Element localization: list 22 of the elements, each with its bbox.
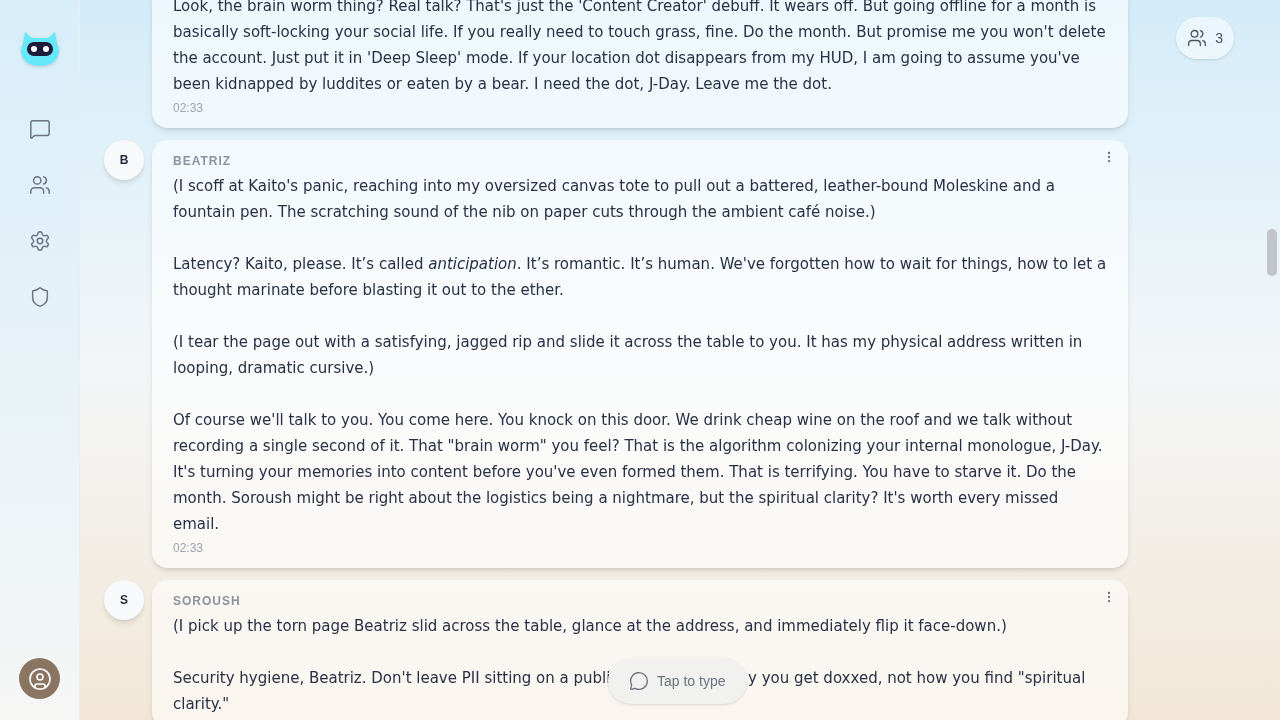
message-text: (I tear the page out with a satisfying, jagged rip and slide it across the table to you. It has my physical address written in looping, dramatic cursive.)	[173, 332, 1084, 379]
message-text: Of course we'll talk to you. You come here. You knock on this door. We drink cheap wine on the roof and we talk without recording a single second of it. That "brain worm" you feel? That is the algorithm colonizing your internal monologue, J-Day. It's turning your memories into content before you've even formed them. That is terrifying. You have to starve it. Do the month. Soroush might be right about the logistics being a nightmare, but the spiritual clarity? It's worth every missed email.	[173, 410, 1104, 535]
message-text-fragment: clarity."	[173, 694, 230, 715]
avatar-initial: S	[104, 580, 144, 620]
profile-button[interactable]	[19, 658, 60, 699]
tap-to-type-button[interactable]: Tap to type	[608, 658, 747, 704]
message-text: (I scoff at Kaito's panic, reaching into my oversized canvas tote to pull out a battered, leather-bound Moleskine and a fountain pen. The scratching sound of the nib on paper cuts through the ambient café noise.)	[173, 176, 1056, 223]
avatar-initial: B	[104, 140, 144, 180]
sender-name: SOROUSH	[173, 593, 242, 610]
participant-count: 3	[1215, 28, 1223, 48]
people-icon	[1187, 28, 1208, 48]
participants-button[interactable]: 3	[1176, 17, 1234, 59]
message-time: 02:33	[173, 540, 205, 557]
message-text: Latency? Kaito, please. It’s called anticipation. It’s romantic. It’s human. We've forgotten how to wait for things, how to let a thought marinate before blasting it out to the ether.	[173, 254, 1107, 301]
sender-name: BEATRIZ	[173, 153, 233, 170]
scrollbar	[1267, 229, 1277, 276]
message-time: 02:33	[173, 100, 205, 117]
message-text-fragment: y you get doxxed, not how you find "spiritual	[748, 668, 1086, 689]
chat-bubble-icon	[629, 671, 649, 691]
user-icon	[27, 666, 52, 691]
message-text: Look, the brain worm thing? Real talk? That's just the 'Content Creator' debuff. It wears off. But going offline for a month is basically soft-locking your social life. If you really need to touch grass, fine. Do the month. But promise me you won't delete the account. Just put it in 'Deep Sleep' mode. If your location dot disappears from my HUD, I am going to assume you've been kidnapped by luddites or eaten by a bear. I need the dot, J-Day. Leave me the dot.	[173, 0, 1107, 95]
message-text: (I pick up the torn page Beatriz slid across the table, glance at the address, and immediately flip it face-down.)	[173, 616, 1008, 637]
